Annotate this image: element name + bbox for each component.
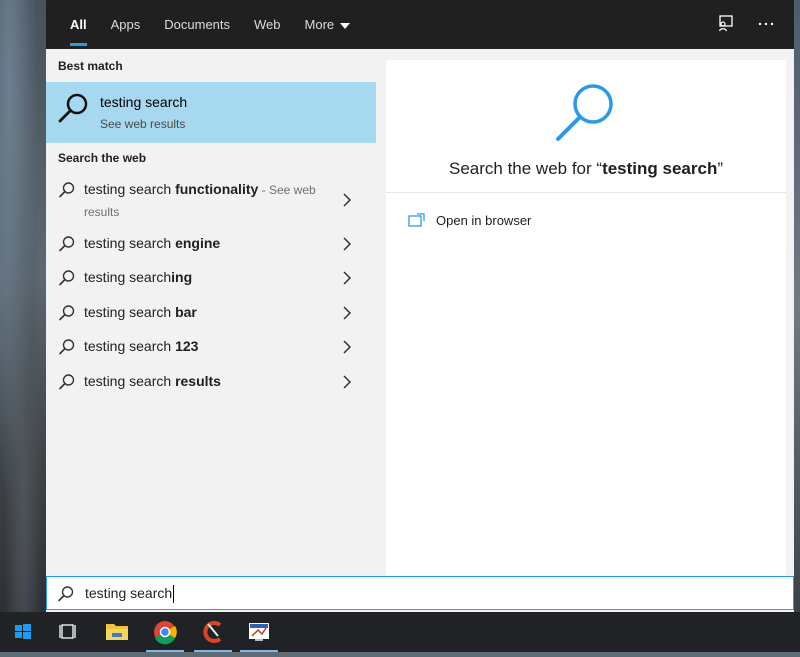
search-box[interactable]: testing search: [46, 576, 794, 610]
web-suggestion-item[interactable]: testing search engine: [46, 233, 376, 257]
search-icon: [57, 585, 75, 608]
desktop-background-right: [794, 0, 800, 612]
preview-title: Search the web for “testing search”: [448, 159, 723, 178]
web-suggestion-text: testing search 123: [84, 338, 199, 354]
tab-all[interactable]: All: [58, 0, 99, 49]
caret-down-icon: [340, 22, 351, 29]
tab-apps[interactable]: Apps: [99, 0, 153, 49]
web-suggestion-item[interactable]: testing searching: [46, 267, 376, 291]
app-icon[interactable]: [236, 612, 282, 652]
tab-more[interactable]: More: [293, 0, 363, 49]
web-suggestion-item[interactable]: testing search results: [46, 371, 376, 395]
more-options-icon[interactable]: [754, 12, 778, 36]
best-match-heading: Best match: [58, 59, 123, 73]
search-icon: [58, 181, 76, 204]
ccleaner-icon[interactable]: [190, 612, 236, 652]
search-web-heading: Search the web: [58, 151, 147, 165]
search-panel: All Apps Documents Web More Best match t…: [46, 0, 794, 612]
chevron-right-icon: [342, 340, 352, 354]
web-suggestion-item[interactable]: testing search functionality - See web r…: [46, 179, 376, 225]
search-icon: [58, 235, 76, 258]
search-large-icon: [56, 90, 92, 131]
preview-pane: Search the web for “testing search” Open…: [386, 60, 786, 576]
web-suggestion-item[interactable]: testing search 123: [46, 336, 376, 360]
web-suggestion-text: testing search bar: [84, 304, 197, 320]
tab-web[interactable]: Web: [242, 0, 293, 49]
web-suggestion-text: testing search results: [84, 373, 221, 389]
results-list: Best match testing search See web result…: [46, 49, 376, 576]
text-cursor: [173, 585, 174, 603]
search-icon: [58, 373, 76, 396]
search-tabs: All Apps Documents Web More: [58, 0, 362, 49]
open-in-browser-icon: [408, 212, 426, 233]
web-suggestion-text: testing search functionality - See web r…: [84, 181, 316, 219]
file-explorer-icon[interactable]: [94, 612, 140, 652]
web-suggestion-item[interactable]: testing search bar: [46, 302, 376, 326]
search-input[interactable]: testing search: [85, 585, 172, 601]
open-in-browser-label: Open in browser: [436, 213, 532, 228]
windows-start-icon[interactable]: [0, 612, 46, 652]
search-topbar: All Apps Documents Web More: [46, 0, 794, 49]
search-web-icon: [554, 82, 620, 149]
best-match-subtitle: See web results: [100, 117, 186, 131]
chevron-right-icon: [342, 271, 352, 285]
desktop-background: [0, 0, 46, 612]
web-suggestion-text: testing searching: [84, 269, 193, 285]
best-match-item[interactable]: testing search See web results: [46, 82, 376, 143]
taskbar: [0, 612, 800, 652]
task-view-icon[interactable]: [46, 612, 92, 652]
chevron-right-icon: [342, 193, 352, 207]
search-icon: [58, 338, 76, 361]
chrome-icon[interactable]: [142, 612, 188, 652]
chevron-right-icon: [342, 306, 352, 320]
web-suggestion-text: testing search engine: [84, 235, 221, 251]
search-icon: [58, 269, 76, 292]
chevron-right-icon: [342, 375, 352, 389]
feedback-icon[interactable]: [714, 12, 738, 36]
tab-documents[interactable]: Documents: [152, 0, 242, 49]
divider: [386, 192, 786, 193]
best-match-title: testing search: [100, 94, 188, 110]
search-icon: [58, 304, 76, 327]
chevron-right-icon: [342, 237, 352, 251]
